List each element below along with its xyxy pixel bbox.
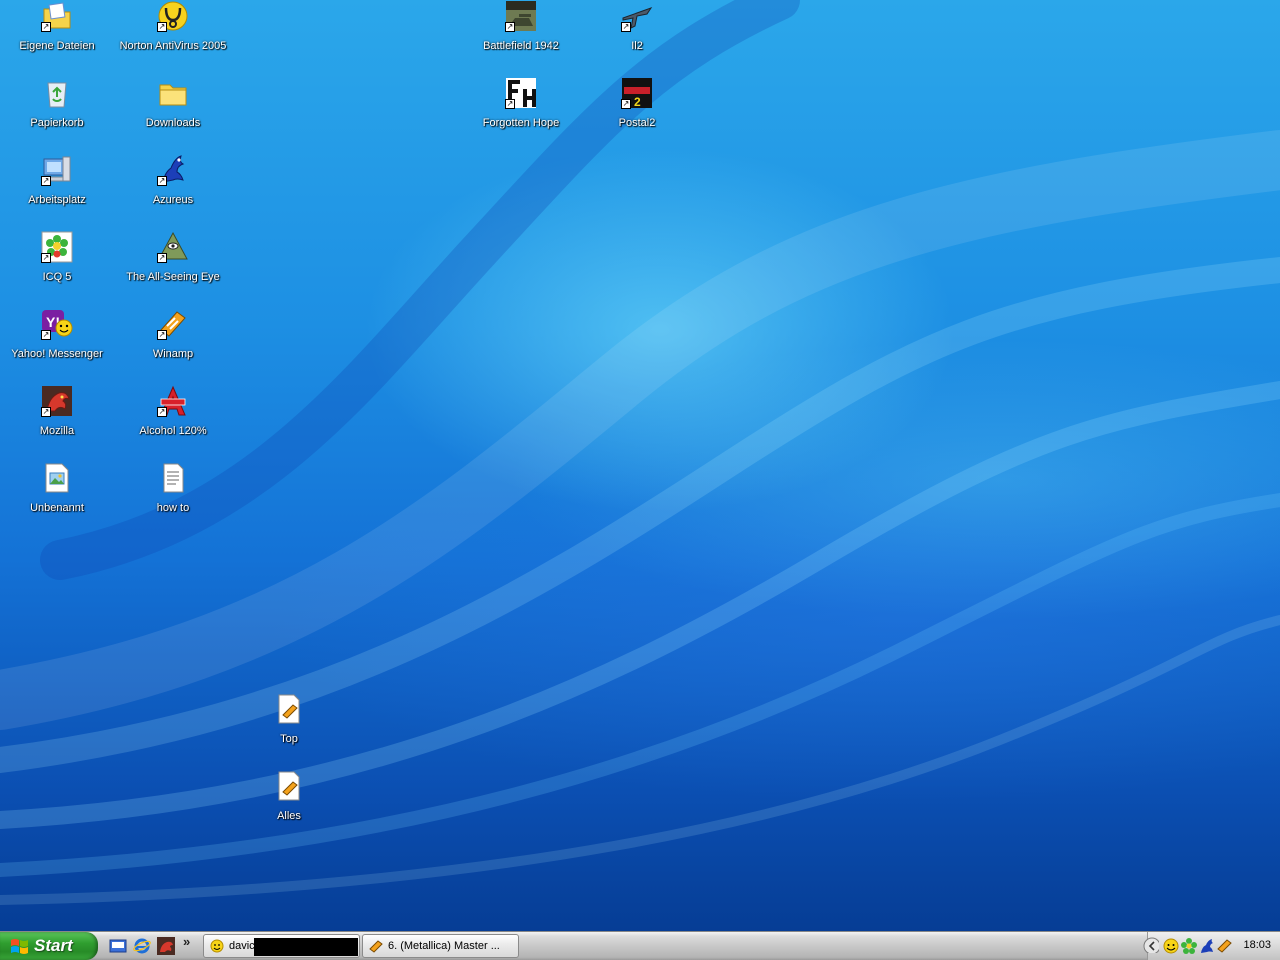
shortcut-arrow-icon: ↗ xyxy=(157,407,167,417)
computer-icon: ↗ xyxy=(41,154,73,186)
system-tray: 18:03 xyxy=(1143,932,1280,960)
start-label: Start xyxy=(34,936,73,955)
shortcut-arrow-icon: ↗ xyxy=(157,330,167,340)
desktop-icon-alles[interactable]: Alles xyxy=(232,770,346,840)
internet-explorer-icon[interactable] xyxy=(133,937,151,955)
mozilla-dragon-icon: ↗ xyxy=(41,385,73,417)
task-label: 6. (Metallica) Master ... xyxy=(388,940,500,952)
winamp-icon xyxy=(369,940,383,953)
desktop-icon-the-all-seeing-eye[interactable]: ↗ The All-Seeing Eye xyxy=(116,231,230,301)
azureus-frog-icon: ↗ xyxy=(157,154,189,186)
desktop-icon-label: Norton AntiVirus 2005 xyxy=(119,40,227,52)
yahoo-messenger-icon[interactable] xyxy=(1163,938,1179,954)
shortcut-arrow-icon: ↗ xyxy=(41,330,51,340)
shortcut-arrow-icon: ↗ xyxy=(505,99,515,109)
shortcut-arrow-icon: ↗ xyxy=(621,99,631,109)
desktop-icon-battlefield-1942[interactable]: ↗ Battlefield 1942 xyxy=(464,0,578,70)
forgotten-hope-icon: ↗ xyxy=(505,77,537,109)
shortcut-arrow-icon: ↗ xyxy=(41,176,51,186)
desktop-icon-label: ICQ 5 xyxy=(42,271,72,283)
desktop-icon-icq-5[interactable]: ↗ ICQ 5 xyxy=(0,231,114,301)
il2-plane-icon: ↗ xyxy=(621,0,653,32)
desktop-icon-label: Postal2 xyxy=(618,117,656,129)
desktop-icon-label: Battlefield 1942 xyxy=(483,40,559,52)
winamp-playlist-file-icon xyxy=(273,770,305,802)
desktop-icon-label: Yahoo! Messenger xyxy=(11,348,103,360)
shortcut-arrow-icon: ↗ xyxy=(505,22,515,32)
winamp-icon: ↗ xyxy=(157,308,189,340)
desktop-icon-label: Arbeitsplatz xyxy=(28,194,86,206)
desktop-icon-yahoo-messenger[interactable]: Y! ↗ Yahoo! Messenger xyxy=(0,308,114,378)
desktop-icon-label: Top xyxy=(280,733,298,745)
folder-icon xyxy=(157,77,189,109)
shortcut-arrow-icon: ↗ xyxy=(41,22,51,32)
desktop-icon-label: Papierkorb xyxy=(30,117,84,129)
yahoo-messenger-icon xyxy=(210,939,224,953)
documents-folder-icon: ↗ xyxy=(41,0,73,32)
alcohol-120-icon: ↗ xyxy=(157,385,189,417)
desktop-icon-label: Alles xyxy=(277,810,301,822)
taskbar-button-winamp[interactable]: 6. (Metallica) Master ... xyxy=(362,934,519,958)
recycle-bin-icon xyxy=(41,77,73,109)
desktop-icon-arbeitsplatz[interactable]: ↗ Arbeitsplatz xyxy=(0,154,114,224)
postal2-icon: 2 ↗ xyxy=(621,77,653,109)
all-seeing-eye-icon: ↗ xyxy=(157,231,189,263)
start-button[interactable]: Start xyxy=(0,932,98,960)
desktop-icon-il2[interactable]: ↗ Il2 xyxy=(580,0,694,70)
desktop-icon-label: Mozilla xyxy=(39,425,75,437)
desktop-icon-winamp[interactable]: ↗ Winamp xyxy=(116,308,230,378)
desktop-icon-postal2[interactable]: 2 ↗ Postal2 xyxy=(580,77,694,147)
desktop-icon-how-to[interactable]: how to xyxy=(116,462,230,532)
desktop-icon-top[interactable]: Top xyxy=(232,693,346,763)
desktop-icon-label: Eigene Dateien xyxy=(19,40,95,52)
shortcut-arrow-icon: ↗ xyxy=(157,176,167,186)
shortcut-arrow-icon: ↗ xyxy=(41,407,51,417)
desktop-icon-azureus[interactable]: ↗ Azureus xyxy=(116,154,230,224)
shortcut-arrow-icon: ↗ xyxy=(157,22,167,32)
desktop-icon-label: how to xyxy=(156,502,190,514)
yahoo-messenger-icon: Y! ↗ xyxy=(41,308,73,340)
clock[interactable]: 18:03 xyxy=(1243,939,1271,951)
desktop-icon-unbenannt[interactable]: Unbenannt xyxy=(0,462,114,532)
desktop-icon-label: Alcohol 120% xyxy=(139,425,207,437)
desktop-icon-papierkorb[interactable]: Papierkorb xyxy=(0,77,114,147)
desktop-icon-label: Forgotten Hope xyxy=(482,117,560,129)
text-file-icon xyxy=(157,462,189,494)
battlefield-1942-icon: ↗ xyxy=(505,0,537,32)
desktop-icon-mozilla[interactable]: ↗ Mozilla xyxy=(0,385,114,455)
desktop-icon-label: Azureus xyxy=(152,194,194,206)
winamp-playlist-file-icon xyxy=(273,693,305,725)
show-desktop-icon[interactable] xyxy=(109,937,127,955)
windows-logo-icon xyxy=(11,939,28,954)
shortcut-arrow-icon: ↗ xyxy=(157,253,167,263)
desktop-icon-label: The All-Seeing Eye xyxy=(126,271,220,283)
desktop-icon-label: Unbenannt xyxy=(30,502,84,514)
desktop-icon-forgotten-hope[interactable]: ↗ Forgotten Hope xyxy=(464,77,578,147)
desktop-icon-label: Winamp xyxy=(152,348,194,360)
winamp-icon[interactable] xyxy=(1217,938,1233,954)
icq-flower-icon: ↗ xyxy=(41,231,73,263)
image-file-icon xyxy=(41,462,73,494)
desktop-icon-alcohol-120[interactable]: ↗ Alcohol 120% xyxy=(116,385,230,455)
tray-expand-icon[interactable] xyxy=(1143,937,1159,953)
desktop-icon-eigene-dateien[interactable]: ↗ Eigene Dateien xyxy=(0,0,114,70)
taskbar: Start » davic 6. (Metallica) Master ... xyxy=(0,931,1280,960)
task-label: davic xyxy=(229,940,255,952)
svg-text:2: 2 xyxy=(634,95,641,109)
desktop-icon-label: Il2 xyxy=(631,40,643,52)
desktop-icon-label: Downloads xyxy=(145,117,201,129)
shortcut-arrow-icon: ↗ xyxy=(41,253,51,263)
desktop-icon-norton-antivirus-2005[interactable]: ↗ Norton AntiVirus 2005 xyxy=(116,0,230,70)
quick-launch-overflow-chevron[interactable]: » xyxy=(183,934,190,949)
shortcut-arrow-icon: ↗ xyxy=(621,22,631,32)
azureus-frog-icon[interactable] xyxy=(1199,938,1215,954)
norton-antivirus-icon: ↗ xyxy=(157,0,189,32)
icq-flower-icon[interactable] xyxy=(1181,938,1197,954)
desktop-background[interactable]: ↗ Eigene Dateien Papierkorb ↗ Arbeitspla… xyxy=(0,0,1280,931)
desktop-icon-downloads[interactable]: Downloads xyxy=(116,77,230,147)
redacted-block xyxy=(254,938,358,956)
mozilla-icon[interactable] xyxy=(157,937,175,955)
